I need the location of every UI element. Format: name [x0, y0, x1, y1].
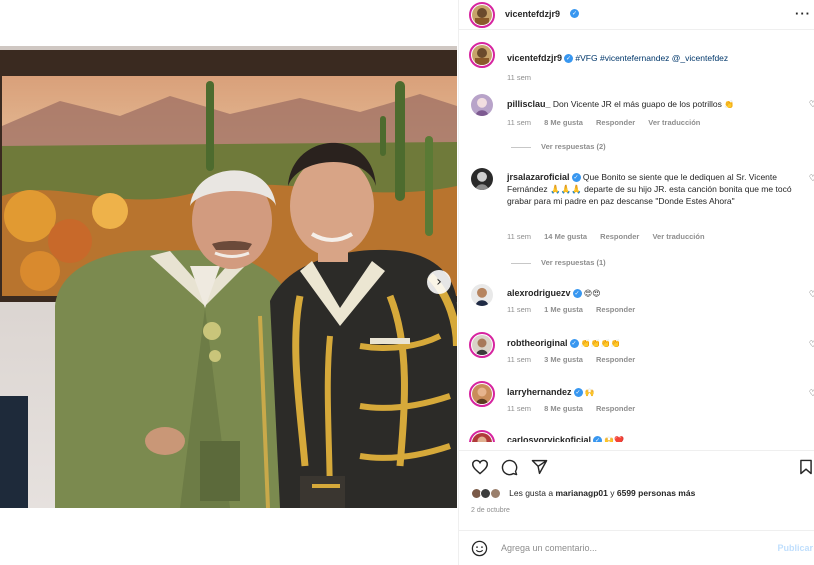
- comment-text: 👏👏👏👏: [580, 339, 621, 348]
- comment-likes[interactable]: 1 Me gusta: [544, 305, 583, 314]
- comments-list[interactable]: vicentefdzjr9 ✓ #VFG #vicentefernandez @_…: [459, 36, 814, 442]
- commenter-avatar[interactable]: [469, 430, 495, 442]
- comment-likes[interactable]: 8 Me gusta: [544, 118, 583, 127]
- commenter-username[interactable]: pillisclau_: [507, 99, 551, 109]
- liker-username[interactable]: marianagp01: [555, 488, 607, 498]
- comment-item: robtheoriginal ✓ 👏👏👏👏 ♡ 11 sem 3 Me gusta…: [459, 330, 814, 370]
- comment-like-heart-icon[interactable]: ♡: [809, 389, 814, 399]
- author-username[interactable]: vicentefdzjr9: [505, 9, 560, 19]
- caption-text[interactable]: #VFG #vicentefernandez @_vicentefdez: [575, 53, 728, 63]
- commenter-avatar[interactable]: [471, 284, 493, 306]
- likes-count[interactable]: 6599 personas más: [617, 488, 695, 498]
- verified-badge-icon: ✓: [573, 388, 583, 398]
- verified-badge-icon: ✓: [593, 436, 603, 442]
- verified-badge-icon: ✓: [564, 54, 574, 64]
- comment-reply-button[interactable]: Responder: [596, 305, 635, 314]
- likes-summary[interactable]: Les gusta a marianagp01 y 6599 personas …: [471, 488, 695, 500]
- emoji-icon[interactable]: [471, 540, 488, 557]
- comment-text: Don Vicente JR el más guapo de los potri…: [552, 99, 722, 109]
- chevron-right-icon: ›: [436, 274, 442, 290]
- comment-likes[interactable]: 3 Me gusta: [544, 355, 583, 364]
- bookmark-icon[interactable]: [799, 459, 813, 475]
- comment-item: pillisclau_ Don Vicente JR el más guapo …: [459, 90, 814, 152]
- view-replies-button[interactable]: Ver respuestas (1): [511, 258, 606, 267]
- comment-text: 🙌❤️: [604, 436, 625, 442]
- comment-likes[interactable]: 8 Me gusta: [544, 404, 583, 413]
- comment-item: jrsalazaroficial ✓ Que Bonito se siente q…: [459, 164, 814, 270]
- commenter-username[interactable]: larryhernandez: [507, 387, 572, 397]
- comment-time: 11 sem: [507, 305, 532, 314]
- commenter-avatar[interactable]: [471, 94, 493, 116]
- post-date: 2 de octubre: [471, 507, 510, 514]
- commenter-avatar[interactable]: [469, 381, 495, 407]
- comment-like-heart-icon[interactable]: ♡: [809, 100, 814, 110]
- view-replies-button[interactable]: Ver respuestas (2): [511, 142, 606, 151]
- comment-reply-button[interactable]: Responder: [596, 355, 635, 364]
- comment-emoji: 👏: [724, 100, 735, 109]
- comment-time: 11 sem: [507, 232, 532, 241]
- comment-like-heart-icon[interactable]: ♡: [809, 290, 814, 300]
- caption-username[interactable]: vicentefdzjr9: [507, 53, 562, 63]
- comment-reply-button[interactable]: Responder: [600, 232, 639, 241]
- commenter-username[interactable]: alexrodriguezv: [507, 288, 571, 298]
- commenter-username[interactable]: jrsalazaroficial: [507, 172, 570, 182]
- comment-reply-button[interactable]: Responder: [596, 118, 635, 127]
- verified-badge-icon: ✓: [572, 289, 582, 299]
- heart-icon[interactable]: [471, 459, 489, 475]
- commenter-username[interactable]: robtheoriginal: [507, 338, 568, 348]
- more-options-icon[interactable]: ···: [795, 6, 811, 21]
- comment-time: 11 sem: [507, 118, 532, 127]
- author-avatar[interactable]: [469, 2, 495, 28]
- send-icon[interactable]: [531, 459, 548, 475]
- comment-likes[interactable]: 14 Me gusta: [544, 232, 587, 241]
- caption-time: 11 sem: [507, 73, 532, 82]
- caption: vicentefdzjr9 ✓ #VFG #vicentefernandez @_…: [459, 42, 814, 82]
- verified-badge-icon: ✓: [569, 339, 579, 349]
- comment-like-heart-icon[interactable]: ♡: [809, 174, 814, 184]
- post-detail-panel: vicentefdzjr9 ✓ ··· vicentefdzjr9 ✓ #VFG …: [458, 0, 814, 565]
- post-photo[interactable]: ›: [0, 46, 457, 508]
- comment-reply-button[interactable]: Responder: [596, 404, 635, 413]
- post-header: vicentefdzjr9 ✓ ···: [459, 0, 814, 30]
- carousel-next-button[interactable]: ›: [427, 270, 451, 294]
- comment-text: 😍😍: [583, 289, 601, 298]
- comment-like-heart-icon[interactable]: ♡: [809, 340, 814, 350]
- likes-prefix: Les gusta a: [509, 488, 556, 498]
- comment-text: 🙌: [584, 388, 595, 397]
- liker-avatar: [489, 488, 501, 500]
- commenter-username[interactable]: carlosvorvickoficial: [507, 435, 591, 442]
- caption-avatar[interactable]: [469, 42, 495, 68]
- add-comment-bar: Agrega un comentario... Publicar: [459, 530, 814, 565]
- comment-item: carlosvorvickoficial ✓ 🙌❤️: [459, 428, 814, 442]
- verified-badge-icon: ✓: [570, 9, 579, 18]
- verified-badge-icon: ✓: [571, 173, 581, 183]
- commenter-avatar[interactable]: [471, 168, 493, 190]
- action-bar: [459, 450, 814, 480]
- comment-time: 11 sem: [507, 355, 532, 364]
- publish-button[interactable]: Publicar: [777, 543, 813, 553]
- comment-item: alexrodriguezv ✓ 😍😍 ♡ 11 sem 1 Me gusta R…: [459, 280, 814, 320]
- comment-icon[interactable]: [501, 459, 518, 476]
- comment-input[interactable]: Agrega un comentario...: [501, 543, 597, 553]
- photo-illustration: [0, 46, 457, 508]
- commenter-avatar[interactable]: [469, 332, 495, 358]
- comment-item: larryhernandez ✓ 🙌 ♡ 11 sem 8 Me gusta Re…: [459, 379, 814, 419]
- comment-time: 11 sem: [507, 404, 532, 413]
- likes-middle: y: [607, 488, 617, 498]
- translate-button[interactable]: Ver traducción: [648, 118, 700, 127]
- translate-button[interactable]: Ver traducción: [652, 232, 704, 241]
